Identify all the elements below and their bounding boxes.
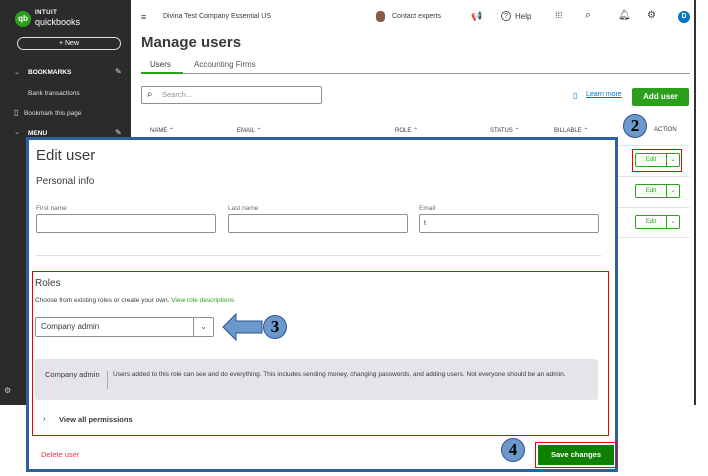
- divider: [36, 255, 601, 256]
- first-name-label: First name: [36, 205, 67, 212]
- search-icon: ⌕: [147, 89, 153, 100]
- page-title: Manage users: [141, 34, 242, 51]
- sidebar-item-bookmark-page[interactable]: Bookmark this page: [24, 110, 81, 117]
- learn-more-link[interactable]: Learn more: [586, 91, 622, 98]
- quickbooks-logo-icon: qb: [15, 11, 31, 27]
- edit-button-group[interactable]: Edit ⌄: [635, 215, 680, 229]
- roles-description: Choose from existing roles or create you…: [35, 297, 235, 304]
- apps-grid-icon[interactable]: ⁞⁞⁞: [555, 10, 563, 20]
- tab-users[interactable]: Users: [150, 60, 171, 69]
- edit-button[interactable]: Edit: [636, 185, 667, 197]
- callout-step-4: 4: [501, 438, 525, 462]
- window-edge: [694, 0, 696, 405]
- personal-info-heading: Personal info: [36, 176, 95, 187]
- add-user-button[interactable]: Add user: [632, 88, 689, 106]
- new-button[interactable]: + New: [17, 37, 121, 50]
- callout-step-3: 3: [263, 315, 287, 339]
- tab-divider: [141, 73, 690, 74]
- email-label: Email: [419, 205, 436, 212]
- role-description: Users added to this role can see and do …: [113, 371, 566, 378]
- sidebar-item-bank-transactions[interactable]: Bank transactions: [28, 90, 80, 97]
- gear-icon[interactable]: ⚙: [4, 386, 11, 395]
- role-name: Company admin: [45, 370, 100, 379]
- column-header-role[interactable]: ROLE ⌃: [395, 127, 418, 134]
- company-name: Divina Test Company Essential US: [163, 13, 272, 20]
- pencil-icon[interactable]: ✎: [115, 128, 122, 137]
- save-changes-button[interactable]: Save changes: [538, 445, 614, 465]
- edit-button-group[interactable]: Edit ⌄: [635, 184, 680, 198]
- arrow-left-annotation: [222, 312, 263, 342]
- gear-icon[interactable]: ⚙: [647, 10, 656, 21]
- delete-user-button[interactable]: Delete user: [41, 450, 79, 459]
- role-select[interactable]: Company admin ⌄: [35, 317, 214, 337]
- search-input[interactable]: ⌕ Search...: [141, 86, 322, 104]
- column-header-name[interactable]: NAME ⌃: [150, 127, 174, 134]
- megaphone-icon[interactable]: 📢: [471, 11, 482, 22]
- last-name-label: Last name: [228, 205, 259, 212]
- edit-button[interactable]: Edit: [636, 216, 667, 228]
- view-all-permissions-toggle[interactable]: View all permissions: [59, 415, 133, 424]
- callout-step-2: 2: [623, 114, 647, 138]
- tab-accounting-firms[interactable]: Accounting Firms: [194, 60, 256, 69]
- help-icon[interactable]: ?: [501, 11, 511, 21]
- column-header-billable[interactable]: BILLABLE ⌃: [554, 127, 588, 134]
- view-role-descriptions-link[interactable]: View role descriptions: [171, 297, 234, 304]
- chevron-down-icon[interactable]: ⌄: [14, 128, 20, 136]
- active-tab-indicator: [141, 72, 183, 74]
- highlight-box-roles: [32, 271, 609, 436]
- book-icon: ▯: [573, 91, 578, 100]
- avatar[interactable]: D: [678, 11, 690, 23]
- chevron-down-icon[interactable]: ⌄: [14, 68, 20, 76]
- contact-experts-link[interactable]: Contact experts: [392, 13, 441, 20]
- role-info-box: Company admin Users added to this role c…: [35, 359, 598, 400]
- save-highlight: Save changes: [535, 442, 617, 468]
- bell-icon[interactable]: 🔔︎: [618, 10, 631, 21]
- highlight-box: [632, 149, 682, 172]
- chevron-down-icon[interactable]: ⌄: [193, 318, 213, 336]
- menu-toggle-icon[interactable]: ≡: [141, 12, 146, 22]
- edit-user-dialog: Edit user Personal info First name Last …: [26, 137, 618, 472]
- expert-avatar-icon: [376, 11, 385, 22]
- first-name-field[interactable]: [36, 214, 216, 233]
- dialog-title: Edit user: [36, 147, 96, 164]
- separator: [107, 371, 108, 389]
- chevron-right-icon[interactable]: ›: [43, 414, 46, 423]
- email-field[interactable]: t: [419, 214, 599, 233]
- logo-text: INTUIT quickbooks: [35, 10, 81, 27]
- column-header-action: ACTION: [654, 127, 677, 133]
- bookmarks-header[interactable]: BOOKMARKS: [28, 69, 71, 76]
- search-icon[interactable]: ⌕: [585, 9, 591, 22]
- menu-header[interactable]: MENU: [28, 130, 47, 137]
- chevron-down-icon[interactable]: ⌄: [667, 216, 679, 228]
- pencil-icon[interactable]: ✎: [115, 67, 122, 76]
- column-header-status[interactable]: STATUS ⌃: [490, 127, 519, 134]
- last-name-field[interactable]: [228, 214, 408, 233]
- column-header-email[interactable]: EMAIL ⌃: [237, 127, 261, 134]
- help-link[interactable]: Help: [515, 12, 531, 21]
- chevron-down-icon[interactable]: ⌄: [667, 185, 679, 197]
- bookmark-icon: ▯: [14, 108, 19, 117]
- roles-heading: Roles: [35, 278, 61, 289]
